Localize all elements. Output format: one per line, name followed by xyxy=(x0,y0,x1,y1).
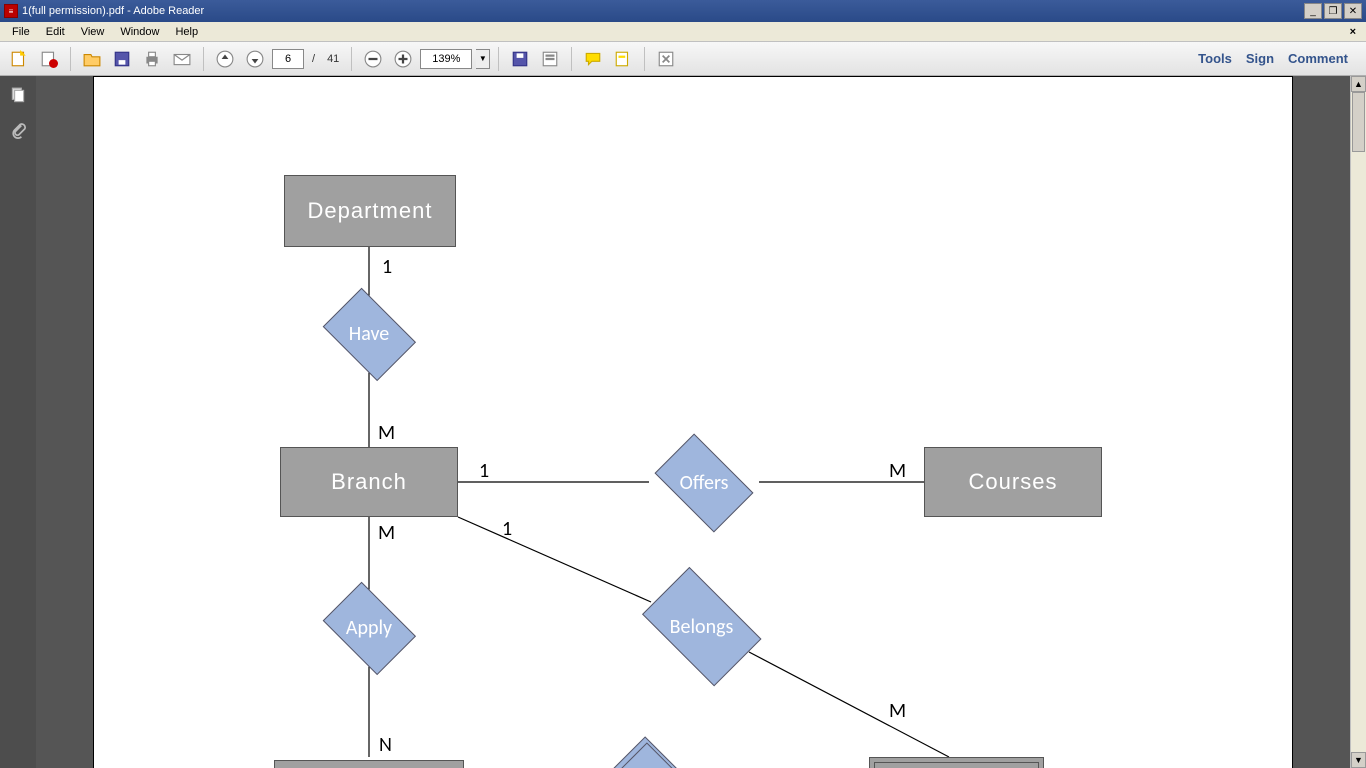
restore-button[interactable]: ❐ xyxy=(1324,3,1342,19)
nav-rail xyxy=(0,76,36,768)
entity-branch: Branch xyxy=(280,447,458,517)
read-mode-icon[interactable] xyxy=(653,46,679,72)
entity-courses: Courses xyxy=(924,447,1102,517)
highlight-icon[interactable] xyxy=(610,46,636,72)
toolbar: / 41 ▼ Tools Sign Comment xyxy=(0,42,1366,76)
separator xyxy=(644,47,645,71)
rel-apply: Apply xyxy=(314,589,424,667)
entity-courses-label: Courses xyxy=(969,469,1058,495)
minimize-button[interactable]: _ xyxy=(1304,3,1322,19)
card-branch-apply: M xyxy=(378,521,395,545)
separator xyxy=(70,47,71,71)
rel-apply-label: Apply xyxy=(346,616,392,640)
card-apply-applicant: N xyxy=(379,733,392,757)
email-icon[interactable] xyxy=(169,46,195,72)
pdf-icon: ≡ xyxy=(4,4,18,18)
menu-bar: File Edit View Window Help × xyxy=(0,22,1366,42)
print-icon[interactable] xyxy=(139,46,165,72)
menu-help[interactable]: Help xyxy=(167,24,206,40)
entity-department: Department xyxy=(284,175,456,247)
comment-link[interactable]: Comment xyxy=(1288,51,1348,66)
scroll-up-icon[interactable]: ▲ xyxy=(1351,76,1366,92)
rel-belongs: Belongs xyxy=(629,579,774,674)
save-icon[interactable] xyxy=(109,46,135,72)
create-pdf-icon[interactable] xyxy=(36,46,62,72)
thumbnails-icon[interactable] xyxy=(6,84,30,108)
menu-file[interactable]: File xyxy=(4,24,38,40)
zoom-dropdown-icon[interactable]: ▼ xyxy=(476,49,490,69)
entity-applicant: Applicant xyxy=(274,760,464,768)
close-button[interactable]: ✕ xyxy=(1344,3,1362,19)
separator xyxy=(498,47,499,71)
page-total: 41 xyxy=(323,53,343,65)
mdi-close-button[interactable]: × xyxy=(1344,26,1362,38)
document-area[interactable]: Department Branch Courses Applicant Stud… xyxy=(36,76,1350,768)
entity-student: Student xyxy=(869,757,1044,768)
right-panel-links: Tools Sign Comment xyxy=(1198,51,1360,66)
title-bar: ≡ 1(full permission).pdf - Adobe Reader … xyxy=(0,0,1366,22)
card-branch-belongs: 1 xyxy=(502,517,512,541)
page-separator: / xyxy=(308,53,319,65)
sign-link[interactable]: Sign xyxy=(1246,51,1274,66)
vertical-scrollbar[interactable]: ▲ ▼ xyxy=(1350,76,1366,768)
card-dep-have: 1 xyxy=(382,255,392,279)
card-have-branch: M xyxy=(378,421,395,445)
separator xyxy=(571,47,572,71)
card-branch-offers: 1 xyxy=(479,459,489,483)
scroll-thumb[interactable] xyxy=(1352,92,1365,152)
rel-have: Have xyxy=(314,295,424,373)
save-copy-icon[interactable] xyxy=(507,46,533,72)
window-buttons: _ ❐ ✕ xyxy=(1304,3,1362,19)
zoom-out-icon[interactable] xyxy=(360,46,386,72)
entity-branch-label: Branch xyxy=(331,469,407,495)
rel-belongs-label: Belongs xyxy=(670,615,734,639)
rel-offers-label: Offers xyxy=(680,471,729,495)
view-mode-icon[interactable] xyxy=(537,46,563,72)
tools-link[interactable]: Tools xyxy=(1198,51,1232,66)
entity-department-label: Department xyxy=(308,198,433,224)
scroll-down-icon[interactable]: ▼ xyxy=(1351,752,1366,768)
export-pdf-icon[interactable] xyxy=(6,46,32,72)
card-offers-courses: M xyxy=(889,459,906,483)
menu-window[interactable]: Window xyxy=(112,24,167,40)
attachments-icon[interactable] xyxy=(6,118,30,142)
page-number-input[interactable] xyxy=(272,49,304,69)
separator xyxy=(351,47,352,71)
menu-edit[interactable]: Edit xyxy=(38,24,73,40)
open-icon[interactable] xyxy=(79,46,105,72)
page-up-icon[interactable] xyxy=(212,46,238,72)
rel-have-label: Have xyxy=(349,322,390,346)
card-belongs-student: M xyxy=(889,699,906,723)
page-down-icon[interactable] xyxy=(242,46,268,72)
separator xyxy=(203,47,204,71)
pdf-page: Department Branch Courses Applicant Stud… xyxy=(93,76,1293,768)
zoom-input[interactable] xyxy=(420,49,472,69)
comment-icon[interactable] xyxy=(580,46,606,72)
rel-selected: Selected xyxy=(586,749,731,768)
menu-view[interactable]: View xyxy=(73,24,113,40)
window-title: 1(full permission).pdf - Adobe Reader xyxy=(22,5,1304,17)
zoom-in-icon[interactable] xyxy=(390,46,416,72)
rel-offers: Offers xyxy=(644,443,764,523)
